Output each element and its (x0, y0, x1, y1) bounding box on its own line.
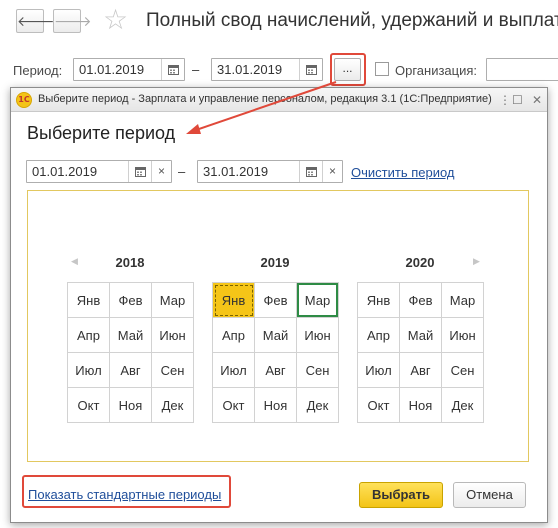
arrow-right-icon: 🡒 (54, 13, 92, 29)
month-cell[interactable]: Окт (358, 388, 400, 423)
year-label-1: 2019 (260, 255, 290, 270)
back-button[interactable]: 🡐 (16, 9, 55, 33)
calendar-icon[interactable] (161, 59, 184, 80)
month-cell[interactable]: Май (110, 318, 152, 353)
month-grid-0: Янв Фев Мар Апр Май Июн Июл Авг Сен Окт Ноя Дек (67, 282, 194, 423)
dialog-window-title: Выберите период - Зарплата и управление … (38, 93, 492, 105)
month-cell[interactable]: Окт (68, 388, 110, 423)
select-period-button[interactable]: ... (334, 58, 361, 81)
cancel-button[interactable]: Отмена (453, 482, 526, 508)
clear-icon[interactable]: × (151, 161, 171, 182)
month-cell[interactable]: Июн (442, 318, 484, 353)
month-cell[interactable]: Дек (297, 388, 339, 423)
month-cell[interactable]: Ноя (110, 388, 152, 423)
period-label: Период: (13, 63, 63, 78)
month-cell[interactable]: Ноя (400, 388, 442, 423)
month-cell[interactable]: Май (255, 318, 297, 353)
menu-icon[interactable]: ⋮ (499, 93, 511, 107)
month-cell[interactable]: Сен (152, 353, 194, 388)
month-cell[interactable]: Мар (152, 283, 194, 318)
app-logo: 1С (16, 92, 32, 108)
dialog-date-to-field[interactable]: 31.01.2019 × (197, 160, 343, 183)
maximize-icon[interactable]: ☐ (512, 93, 523, 107)
organization-label: Организация: (395, 63, 478, 78)
month-cell[interactable]: Авг (255, 353, 297, 388)
month-cell[interactable]: Май (400, 318, 442, 353)
calendar-icon[interactable] (128, 161, 151, 182)
date-from-field[interactable]: 01.01.2019 (73, 58, 185, 81)
date-to-value: 31.01.2019 (217, 62, 283, 77)
organization-checkbox[interactable] (375, 62, 389, 76)
month-cell[interactable]: Янв (358, 283, 400, 318)
month-cell[interactable]: Авг (110, 353, 152, 388)
date-to-field[interactable]: 31.01.2019 (211, 58, 323, 81)
clear-icon[interactable]: × (322, 161, 342, 182)
month-cell[interactable]: Июн (152, 318, 194, 353)
range-dash: – (192, 62, 200, 77)
next-year-arrow-icon[interactable]: ▶ (473, 256, 480, 267)
month-cell[interactable]: Ноя (255, 388, 297, 423)
calendar-icon[interactable] (299, 161, 322, 182)
dialog-date-to-value: 31.01.2019 (203, 164, 269, 179)
month-cell[interactable]: Сен (442, 353, 484, 388)
organization-field[interactable] (486, 58, 558, 81)
dialog-date-from-field[interactable]: 01.01.2019 × (26, 160, 172, 183)
month-cell[interactable]: Сен (297, 353, 339, 388)
show-standard-periods-link[interactable]: Показать стандартные периоды (28, 487, 221, 502)
select-period-dialog: 1С Выберите период - Зарплата и управлен… (10, 87, 548, 523)
forward-button[interactable]: 🡒 (53, 9, 92, 33)
close-icon[interactable]: ✕ (532, 93, 542, 107)
month-cell[interactable]: Янв (213, 283, 255, 318)
month-cell[interactable]: Мар (442, 283, 484, 318)
month-cell[interactable]: Апр (213, 318, 255, 353)
select-button[interactable]: Выбрать (359, 482, 443, 508)
month-cell[interactable]: Июл (68, 353, 110, 388)
month-cell[interactable]: Апр (68, 318, 110, 353)
prev-year-arrow-icon[interactable]: ◀ (71, 256, 78, 267)
month-grid-2: Янв Фев Мар Апр Май Июн Июл Авг Сен Окт Ноя Дек (357, 282, 484, 423)
month-cell[interactable]: Июл (358, 353, 400, 388)
dialog-date-from-value: 01.01.2019 (32, 164, 98, 179)
arrow-left-icon: 🡐 (17, 13, 55, 29)
month-cell[interactable]: Июн (297, 318, 339, 353)
month-cell[interactable]: Дек (152, 388, 194, 423)
month-cell[interactable]: Июл (213, 353, 255, 388)
dialog-titlebar: 1С Выберите период - Зарплата и управлен… (11, 88, 547, 112)
clear-period-link[interactable]: Очистить период (351, 165, 455, 180)
month-grid-1: Янв Фев Мар Апр Май Июн Июл Авг Сен Окт Ноя Дек (212, 282, 339, 423)
month-cell[interactable]: Апр (358, 318, 400, 353)
page-title: Полный свод начислений, удержаний и выпл… (146, 10, 558, 31)
year-label-0: 2018 (115, 255, 145, 270)
month-cell[interactable]: Фев (400, 283, 442, 318)
month-cell[interactable]: Янв (68, 283, 110, 318)
dialog-header: Выберите период (27, 123, 176, 143)
month-cell[interactable]: Фев (255, 283, 297, 318)
month-cell[interactable]: Авг (400, 353, 442, 388)
month-cell[interactable]: Окт (213, 388, 255, 423)
month-cell[interactable]: Фев (110, 283, 152, 318)
date-from-value: 01.01.2019 (79, 62, 145, 77)
year-label-2: 2020 (405, 255, 435, 270)
month-cell[interactable]: Мар (297, 283, 339, 318)
star-icon[interactable]: ☆ (103, 4, 128, 36)
month-cell[interactable]: Дек (442, 388, 484, 423)
dialog-range-dash: – (178, 164, 186, 179)
calendar-icon[interactable] (299, 59, 322, 80)
